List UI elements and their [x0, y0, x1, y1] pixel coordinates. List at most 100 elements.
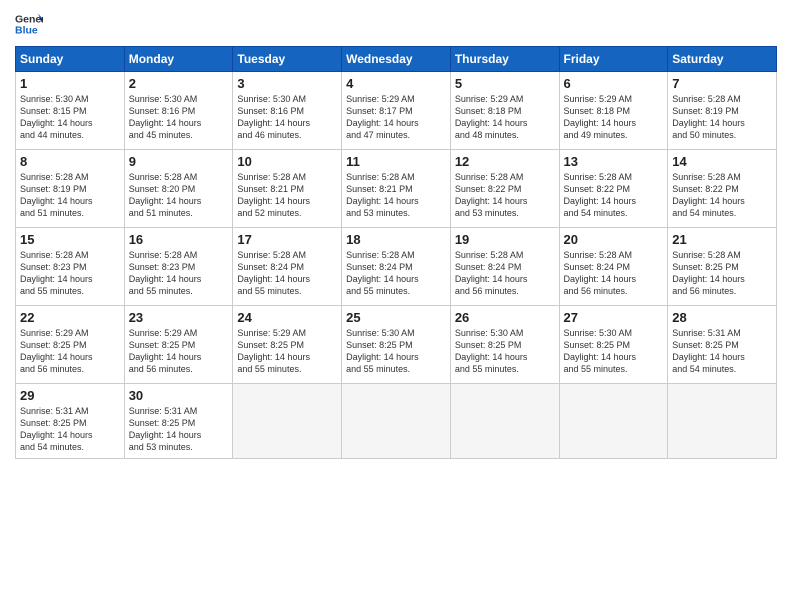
day-number: 18: [346, 232, 446, 247]
day-number: 11: [346, 154, 446, 169]
day-number: 30: [129, 388, 229, 403]
day-number: 23: [129, 310, 229, 325]
calendar-cell: 19 Sunrise: 5:28 AM Sunset: 8:24 PM Dayli…: [450, 228, 559, 306]
calendar-cell: 15 Sunrise: 5:28 AM Sunset: 8:23 PM Dayli…: [16, 228, 125, 306]
calendar-table: SundayMondayTuesdayWednesdayThursdayFrid…: [15, 46, 777, 459]
day-info: Sunrise: 5:30 AM Sunset: 8:25 PM Dayligh…: [455, 327, 555, 376]
day-number: 27: [564, 310, 664, 325]
day-number: 26: [455, 310, 555, 325]
calendar-cell: 18 Sunrise: 5:28 AM Sunset: 8:24 PM Dayli…: [342, 228, 451, 306]
day-number: 19: [455, 232, 555, 247]
day-info: Sunrise: 5:28 AM Sunset: 8:19 PM Dayligh…: [672, 93, 772, 142]
day-number: 13: [564, 154, 664, 169]
calendar-cell: 6Sunrise: 5:29 AM Sunset: 8:18 PM Daylig…: [559, 72, 668, 150]
calendar-cell: 7 Sunrise: 5:28 AM Sunset: 8:19 PM Daylig…: [668, 72, 777, 150]
calendar-cell: 17Sunrise: 5:28 AM Sunset: 8:24 PM Dayli…: [233, 228, 342, 306]
calendar-cell: 11 Sunrise: 5:28 AM Sunset: 8:21 PM Dayli…: [342, 150, 451, 228]
day-number: 10: [237, 154, 337, 169]
day-info: Sunrise: 5:28 AM Sunset: 8:22 PM Dayligh…: [672, 171, 772, 220]
calendar-week-3: 15 Sunrise: 5:28 AM Sunset: 8:23 PM Dayli…: [16, 228, 777, 306]
day-info: Sunrise: 5:31 AM Sunset: 8:25 PM Dayligh…: [20, 405, 120, 454]
calendar-week-2: 8 Sunrise: 5:28 AM Sunset: 8:19 PM Daylig…: [16, 150, 777, 228]
day-info: Sunrise: 5:31 AM Sunset: 8:25 PM Dayligh…: [672, 327, 772, 376]
calendar-cell: 14 Sunrise: 5:28 AM Sunset: 8:22 PM Dayli…: [668, 150, 777, 228]
day-info: Sunrise: 5:28 AM Sunset: 8:25 PM Dayligh…: [672, 249, 772, 298]
calendar-cell: [342, 384, 451, 459]
day-info: Sunrise: 5:28 AM Sunset: 8:21 PM Dayligh…: [346, 171, 446, 220]
logo-icon: General Blue: [15, 10, 43, 38]
calendar-cell: 20 Sunrise: 5:28 AM Sunset: 8:24 PM Dayli…: [559, 228, 668, 306]
day-info: Sunrise: 5:28 AM Sunset: 8:24 PM Dayligh…: [237, 249, 337, 298]
day-number: 15: [20, 232, 120, 247]
day-info: Sunrise: 5:29 AM Sunset: 8:25 PM Dayligh…: [129, 327, 229, 376]
calendar-cell: 24 Sunrise: 5:29 AM Sunset: 8:25 PM Dayli…: [233, 306, 342, 384]
day-info: Sunrise: 5:30 AM Sunset: 8:16 PM Dayligh…: [237, 93, 337, 142]
page-header: General Blue: [15, 10, 777, 38]
header-cell-friday: Friday: [559, 47, 668, 72]
calendar-cell: 13 Sunrise: 5:28 AM Sunset: 8:22 PM Dayli…: [559, 150, 668, 228]
day-info: Sunrise: 5:28 AM Sunset: 8:22 PM Dayligh…: [564, 171, 664, 220]
calendar-cell: 27Sunrise: 5:30 AM Sunset: 8:25 PM Dayli…: [559, 306, 668, 384]
day-number: 24: [237, 310, 337, 325]
header-cell-tuesday: Tuesday: [233, 47, 342, 72]
calendar-cell: 5 Sunrise: 5:29 AM Sunset: 8:18 PM Daylig…: [450, 72, 559, 150]
day-info: Sunrise: 5:31 AM Sunset: 8:25 PM Dayligh…: [129, 405, 229, 454]
day-info: Sunrise: 5:28 AM Sunset: 8:24 PM Dayligh…: [564, 249, 664, 298]
calendar-cell: 1 Sunrise: 5:30 AM Sunset: 8:15 PM Daylig…: [16, 72, 125, 150]
day-info: Sunrise: 5:30 AM Sunset: 8:15 PM Dayligh…: [20, 93, 120, 142]
day-number: 21: [672, 232, 772, 247]
day-info: Sunrise: 5:28 AM Sunset: 8:22 PM Dayligh…: [455, 171, 555, 220]
calendar-cell: [450, 384, 559, 459]
day-info: Sunrise: 5:28 AM Sunset: 8:23 PM Dayligh…: [20, 249, 120, 298]
day-number: 12: [455, 154, 555, 169]
day-info: Sunrise: 5:28 AM Sunset: 8:24 PM Dayligh…: [346, 249, 446, 298]
day-info: Sunrise: 5:29 AM Sunset: 8:18 PM Dayligh…: [455, 93, 555, 142]
day-number: 1: [20, 76, 120, 91]
day-info: Sunrise: 5:28 AM Sunset: 8:20 PM Dayligh…: [129, 171, 229, 220]
day-number: 22: [20, 310, 120, 325]
calendar-cell: 9 Sunrise: 5:28 AM Sunset: 8:20 PM Daylig…: [124, 150, 233, 228]
day-number: 3: [237, 76, 337, 91]
day-info: Sunrise: 5:28 AM Sunset: 8:23 PM Dayligh…: [129, 249, 229, 298]
calendar-cell: 16 Sunrise: 5:28 AM Sunset: 8:23 PM Dayli…: [124, 228, 233, 306]
day-number: 6: [564, 76, 664, 91]
day-info: Sunrise: 5:29 AM Sunset: 8:25 PM Dayligh…: [237, 327, 337, 376]
day-info: Sunrise: 5:28 AM Sunset: 8:19 PM Dayligh…: [20, 171, 120, 220]
calendar-cell: 2 Sunrise: 5:30 AM Sunset: 8:16 PM Daylig…: [124, 72, 233, 150]
calendar-cell: 21 Sunrise: 5:28 AM Sunset: 8:25 PM Dayli…: [668, 228, 777, 306]
day-number: 9: [129, 154, 229, 169]
calendar-cell: 12 Sunrise: 5:28 AM Sunset: 8:22 PM Dayli…: [450, 150, 559, 228]
calendar-cell: 29 Sunrise: 5:31 AM Sunset: 8:25 PM Dayli…: [16, 384, 125, 459]
day-info: Sunrise: 5:29 AM Sunset: 8:17 PM Dayligh…: [346, 93, 446, 142]
calendar-cell: 3 Sunrise: 5:30 AM Sunset: 8:16 PM Daylig…: [233, 72, 342, 150]
day-number: 14: [672, 154, 772, 169]
day-number: 7: [672, 76, 772, 91]
calendar-cell: 28 Sunrise: 5:31 AM Sunset: 8:25 PM Dayli…: [668, 306, 777, 384]
day-info: Sunrise: 5:28 AM Sunset: 8:21 PM Dayligh…: [237, 171, 337, 220]
logo: General Blue: [15, 10, 43, 38]
day-number: 25: [346, 310, 446, 325]
day-number: 2: [129, 76, 229, 91]
day-number: 28: [672, 310, 772, 325]
day-info: Sunrise: 5:30 AM Sunset: 8:16 PM Dayligh…: [129, 93, 229, 142]
header-cell-wednesday: Wednesday: [342, 47, 451, 72]
calendar-cell: 4Sunrise: 5:29 AM Sunset: 8:17 PM Daylig…: [342, 72, 451, 150]
header-row: SundayMondayTuesdayWednesdayThursdayFrid…: [16, 47, 777, 72]
day-number: 16: [129, 232, 229, 247]
day-number: 29: [20, 388, 120, 403]
day-number: 20: [564, 232, 664, 247]
day-number: 8: [20, 154, 120, 169]
calendar-cell: 26 Sunrise: 5:30 AM Sunset: 8:25 PM Dayli…: [450, 306, 559, 384]
calendar-cell: 23 Sunrise: 5:29 AM Sunset: 8:25 PM Dayli…: [124, 306, 233, 384]
calendar-cell: [559, 384, 668, 459]
svg-text:Blue: Blue: [15, 25, 38, 37]
header-cell-saturday: Saturday: [668, 47, 777, 72]
calendar-cell: 22Sunrise: 5:29 AM Sunset: 8:25 PM Dayli…: [16, 306, 125, 384]
calendar-cell: 30 Sunrise: 5:31 AM Sunset: 8:25 PM Dayli…: [124, 384, 233, 459]
day-number: 5: [455, 76, 555, 91]
day-info: Sunrise: 5:28 AM Sunset: 8:24 PM Dayligh…: [455, 249, 555, 298]
calendar-cell: [233, 384, 342, 459]
calendar-week-4: 22 Sunrise: 5:29 AM Sunset: 8:25 PM Dayli…: [16, 306, 777, 384]
calendar-cell: 10 Sunrise: 5:28 AM Sunset: 8:21 PM Dayli…: [233, 150, 342, 228]
calendar-week-1: 1 Sunrise: 5:30 AM Sunset: 8:15 PM Daylig…: [16, 72, 777, 150]
